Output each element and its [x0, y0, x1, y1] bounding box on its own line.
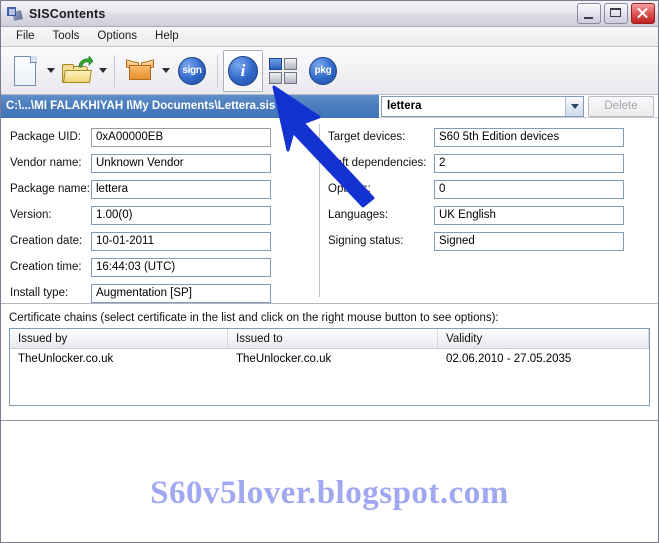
- column-header-issued-to[interactable]: Issued to: [228, 329, 438, 348]
- menu-item-file[interactable]: File: [7, 28, 44, 45]
- toolbar-group-package: sign: [120, 47, 212, 94]
- certificate-chains-caption: Certificate chains (select certificate i…: [9, 312, 499, 324]
- app-icon: [7, 6, 23, 22]
- column-header-validity[interactable]: Validity: [438, 329, 649, 348]
- menu-bar: File Tools Options Help: [1, 27, 658, 47]
- path-bar: C:\...\MI FALAKHIYAH I\My Documents\Lett…: [1, 94, 658, 118]
- toolbar-separator-2: [217, 54, 218, 87]
- sign-button[interactable]: sign: [172, 50, 212, 92]
- input-target-devices[interactable]: S60 5th Edition devices: [434, 127, 624, 147]
- cell-validity: 02.06.2010 - 27.05.2035: [446, 353, 572, 365]
- contents-button[interactable]: [263, 50, 303, 92]
- input-vendor-name[interactable]: Unknown Vendor: [91, 153, 271, 173]
- details-column-left: Package UID: 0xA00000EB Vendor name: Unk…: [1, 118, 319, 306]
- open-folder-icon: [62, 55, 93, 85]
- input-package-uid[interactable]: 0xA00000EB: [91, 127, 271, 147]
- delete-button[interactable]: Delete: [588, 95, 654, 117]
- info-button[interactable]: i: [223, 49, 263, 92]
- four-squares-icon: [269, 57, 297, 84]
- application-window: SISContents File Tools Options Help sign…: [0, 0, 659, 543]
- label-options: Options:: [328, 183, 371, 195]
- maximize-button[interactable]: [604, 3, 628, 24]
- label-creation-time: Creation time:: [10, 261, 82, 273]
- input-options[interactable]: 0: [434, 179, 624, 199]
- pkg-icon: pkg: [309, 56, 337, 85]
- package-details-panel: Package UID: 0xA00000EB Vendor name: Unk…: [1, 118, 658, 304]
- package-select[interactable]: lettera: [381, 95, 584, 117]
- field-row-target-devices: Target devices: S60 5th Edition devices: [320, 124, 658, 150]
- label-soft-dependencies: Soft dependencies:: [328, 157, 427, 169]
- label-package-name: Package name:: [10, 183, 90, 195]
- input-creation-time[interactable]: 16:44:03 (UTC): [91, 257, 271, 277]
- field-row-signing-status: Signing status: Signed: [320, 228, 658, 254]
- chevron-down-icon[interactable]: [565, 96, 583, 116]
- package-box-button[interactable]: [120, 50, 160, 92]
- green-arrow-icon: [78, 55, 93, 67]
- open-folder-button[interactable]: [57, 50, 97, 92]
- new-document-dropdown[interactable]: [45, 51, 57, 91]
- input-languages[interactable]: UK English: [434, 205, 624, 225]
- field-row-package-name: Package name: lettera: [1, 176, 319, 202]
- watermark-text: S60v5lover.blogspot.com: [150, 475, 509, 511]
- label-vendor-name: Vendor name:: [10, 157, 82, 169]
- label-languages: Languages:: [328, 209, 389, 221]
- window-controls: [577, 3, 655, 24]
- toolbar-group-view: i pkg: [223, 47, 343, 94]
- window-title: SISContents: [29, 6, 106, 21]
- label-install-type: Install type:: [10, 287, 69, 299]
- field-row-soft-dependencies: Soft dependencies: 2: [320, 150, 658, 176]
- bottom-pane: S60v5lover.blogspot.com: [1, 420, 658, 542]
- certificate-list-header: Issued by Issued to Validity: [10, 329, 649, 349]
- package-box-icon: [126, 58, 154, 84]
- label-signing-status: Signing status:: [328, 235, 404, 247]
- new-document-button[interactable]: [5, 50, 45, 92]
- pkg-button[interactable]: pkg: [303, 50, 343, 92]
- package-box-dropdown[interactable]: [160, 51, 172, 91]
- column-header-issued-by[interactable]: Issued by: [10, 329, 228, 348]
- field-row-creation-time: Creation time: 16:44:03 (UTC): [1, 254, 319, 280]
- label-creation-date: Creation date:: [10, 235, 83, 247]
- minimize-button[interactable]: [577, 3, 601, 24]
- table-row[interactable]: TheUnlocker.co.uk TheUnlocker.co.uk 02.0…: [10, 349, 649, 369]
- menu-item-options[interactable]: Options: [88, 28, 146, 45]
- cell-issued-by: TheUnlocker.co.uk: [18, 353, 114, 365]
- sign-icon: sign: [178, 56, 206, 85]
- field-row-version: Version: 1.00(0): [1, 202, 319, 228]
- field-row-creation-date: Creation date: 10-01-2011: [1, 228, 319, 254]
- certificate-list[interactable]: Issued by Issued to Validity TheUnlocker…: [9, 328, 650, 406]
- label-version: Version:: [10, 209, 52, 221]
- input-version[interactable]: 1.00(0): [91, 205, 271, 225]
- info-icon: i: [228, 55, 258, 86]
- field-row-package-uid: Package UID: 0xA00000EB: [1, 124, 319, 150]
- menu-item-help[interactable]: Help: [146, 28, 188, 45]
- field-row-options: Options: 0: [320, 176, 658, 202]
- close-button[interactable]: [631, 3, 655, 24]
- title-bar: SISContents: [1, 1, 658, 27]
- package-select-value: lettera: [387, 100, 422, 112]
- field-row-languages: Languages: UK English: [320, 202, 658, 228]
- field-row-vendor-name: Vendor name: Unknown Vendor: [1, 150, 319, 176]
- input-soft-dependencies[interactable]: 2: [434, 153, 624, 173]
- input-signing-status[interactable]: Signed: [434, 231, 624, 251]
- field-row-install-type: Install type: Augmentation [SP]: [1, 280, 319, 306]
- input-creation-date[interactable]: 10-01-2011: [91, 231, 271, 251]
- input-install-type[interactable]: Augmentation [SP]: [91, 283, 271, 303]
- cell-issued-to: TheUnlocker.co.uk: [236, 353, 332, 365]
- toolbar-group-file: [5, 47, 109, 94]
- file-path-label: C:\...\MI FALAKHIYAH I\My Documents\Lett…: [1, 94, 379, 118]
- certificate-chains-section: Certificate chains (select certificate i…: [1, 304, 658, 406]
- label-package-uid: Package UID:: [10, 131, 81, 143]
- open-folder-dropdown[interactable]: [97, 51, 109, 91]
- toolbar: sign i pkg: [1, 47, 658, 95]
- toolbar-separator-1: [114, 54, 115, 87]
- label-target-devices: Target devices:: [328, 131, 406, 143]
- details-column-right: Target devices: S60 5th Edition devices …: [320, 118, 658, 254]
- menu-item-tools[interactable]: Tools: [44, 28, 89, 45]
- new-document-icon: [12, 55, 38, 86]
- input-package-name[interactable]: lettera: [91, 179, 271, 199]
